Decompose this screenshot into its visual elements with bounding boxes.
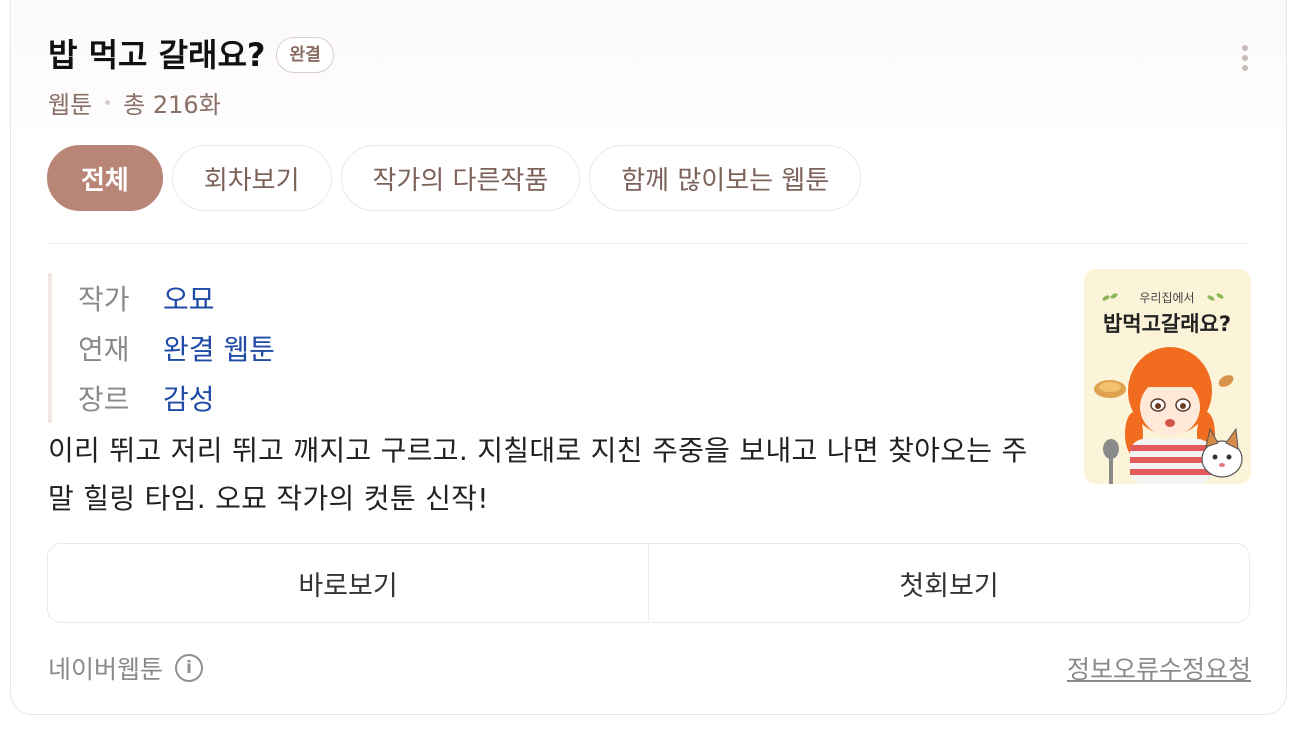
info-row-serialization: 연재 완결 웹툰: [78, 323, 275, 373]
tab-all[interactable]: 전체: [47, 145, 163, 211]
info-list: 작가 오묘 연재 완결 웹툰 장르 감성: [48, 273, 275, 423]
info-label: 장르: [78, 383, 130, 416]
webtoon-info-card: 밥 먹고 갈래요? 완결 웹툰 총 216화 전체 회차보기 작가의 다른작품 …: [10, 0, 1287, 715]
webtoon-description: 이리 뛰고 저리 뛰고 깨지고 구르고. 지칠대로 지친 주중을 보내고 나면 …: [48, 434, 1028, 515]
meta-row: 웹툰 총 216화: [48, 85, 221, 120]
webtoon-thumbnail[interactable]: 우리집에서 밥먹고갈래요?: [1084, 269, 1251, 484]
more-dot: [1242, 45, 1248, 51]
info-label: 작가: [78, 283, 130, 316]
tab-bar: 전체 회차보기 작가의 다른작품 함께 많이보는 웹툰: [47, 145, 862, 211]
source-label[interactable]: 네이버웹툰: [48, 650, 163, 686]
tab-related-webtoons[interactable]: 함께 많이보는 웹툰: [589, 145, 862, 211]
tab-episodes[interactable]: 회차보기: [171, 145, 332, 211]
status-badge: 완결: [276, 37, 334, 73]
thumbnail-illustration: 우리집에서 밥먹고갈래요?: [1084, 269, 1251, 484]
info-row-genre: 장르 감성: [78, 373, 275, 423]
source: 네이버웹툰 i: [48, 650, 204, 686]
info-icon[interactable]: i: [175, 654, 204, 682]
more-dot: [1242, 65, 1248, 71]
divider: [47, 243, 1250, 244]
category-label: 웹툰: [48, 91, 93, 119]
info-row-author: 작가 오묘: [78, 273, 275, 323]
episode-count: 총 216화: [123, 91, 221, 119]
first-episode-button[interactable]: 첫회보기: [648, 544, 1249, 622]
card-footer: 네이버웹툰 i 정보오류수정요청: [48, 650, 1251, 686]
author-link[interactable]: 오묘: [163, 278, 215, 318]
dot-separator: [105, 100, 111, 105]
action-buttons: 바로보기 첫회보기: [47, 543, 1250, 623]
serialization-link[interactable]: 완결 웹툰: [163, 328, 275, 368]
more-dot: [1242, 55, 1248, 61]
poster-title: 밥먹고갈래요?: [1103, 312, 1231, 336]
read-now-button[interactable]: 바로보기: [48, 544, 648, 622]
more-options-icon[interactable]: [1240, 45, 1250, 71]
title-row: 밥 먹고 갈래요? 완결: [48, 35, 334, 75]
poster-subtitle: 우리집에서: [1139, 291, 1194, 305]
webtoon-title[interactable]: 밥 먹고 갈래요?: [48, 35, 265, 75]
report-error-link[interactable]: 정보오류수정요청: [1067, 650, 1251, 686]
info-label: 연재: [78, 333, 130, 366]
tab-other-works[interactable]: 작가의 다른작품: [340, 145, 581, 211]
genre-link[interactable]: 감성: [163, 378, 215, 418]
